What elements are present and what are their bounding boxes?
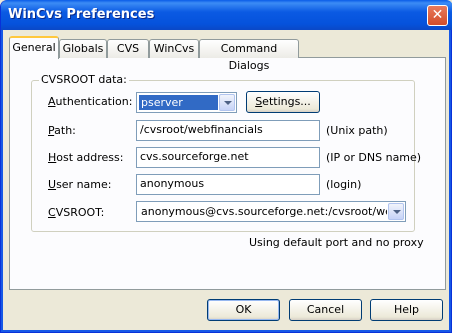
help-button[interactable]: Help (370, 299, 443, 321)
title-bar: WinCvs Preferences ✕ (1, 0, 452, 30)
cvsroot-select[interactable]: anonymous@cvs.sourceforge.net:/cvsroot/w… (136, 201, 406, 222)
status-note: Using default port and no proxy (249, 236, 424, 249)
authentication-value: pserver (139, 95, 218, 110)
close-button[interactable]: ✕ (427, 5, 448, 26)
host-address-field[interactable]: cvs.sourceforge.net (136, 147, 320, 168)
authentication-label: Authentication: (48, 95, 133, 108)
preferences-dialog: WinCvs Preferences ✕ General Globals CVS… (0, 0, 452, 333)
window-title: WinCvs Preferences (8, 7, 155, 22)
close-icon: ✕ (431, 7, 444, 23)
tab-globals[interactable]: Globals (59, 39, 107, 58)
chevron-down-icon[interactable] (219, 94, 235, 111)
settings-button[interactable]: Settings... (246, 91, 320, 113)
tab-wincvs-label: WinCvs (153, 42, 195, 55)
path-label: Path: (48, 124, 76, 137)
cancel-button[interactable]: Cancel (289, 299, 362, 321)
user-name-field[interactable]: anonymous (136, 174, 320, 195)
tab-command-dialogs[interactable]: Command Dialogs (199, 39, 299, 72)
user-name-hint: (login) (326, 178, 362, 191)
tab-cvs[interactable]: CVS (107, 39, 149, 58)
cvsroot-value: anonymous@cvs.sourceforge.net:/cvsroot/w… (141, 205, 387, 218)
tab-command-dialogs-label: Command Dialogs (220, 42, 278, 72)
ok-button[interactable]: OK (207, 299, 280, 321)
host-address-label: Host address: (48, 151, 124, 164)
cvsroot-label: CVSROOT: (48, 206, 105, 219)
user-name-label: User name: (48, 178, 112, 191)
tab-globals-label: Globals (62, 42, 104, 55)
path-hint: (Unix path) (326, 124, 388, 137)
host-address-hint: (IP or DNS name) (326, 151, 422, 164)
path-field[interactable]: /cvsroot/webfinancials (136, 120, 320, 141)
tab-general[interactable]: General (9, 36, 59, 59)
authentication-select[interactable]: pserver (136, 92, 237, 113)
groupbox-title: CVSROOT data: (39, 73, 129, 86)
chevron-down-icon[interactable] (388, 203, 404, 220)
tab-general-label: General (12, 41, 56, 54)
tab-cvs-label: CVS (116, 42, 140, 55)
tab-wincvs[interactable]: WinCvs (149, 39, 199, 58)
